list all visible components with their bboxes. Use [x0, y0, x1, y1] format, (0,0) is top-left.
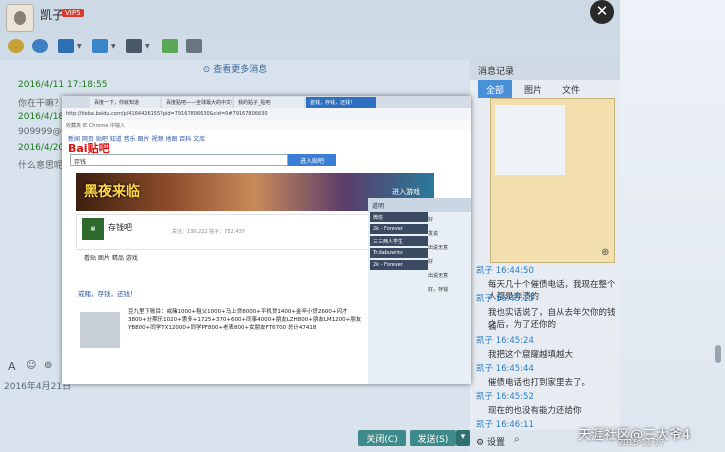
send-options-arrow[interactable]: ▾ — [456, 430, 470, 446]
emoji-icon[interactable]: ☺ — [26, 360, 36, 371]
forum-name: 存钱吧 — [108, 223, 132, 232]
view-more-label: 查看更多消息 — [213, 65, 268, 75]
message-text: 你在干嘛？ — [18, 99, 64, 109]
thumbnail-preview — [495, 105, 565, 175]
poster-avatar — [80, 312, 120, 348]
enter-tieba-button[interactable]: 进入贴吧 — [288, 154, 336, 166]
banner-title: 黑夜来临 — [84, 184, 140, 200]
post-body: 豆九里下账目：戒赌1000+租父1000+马上贷8000+平机贷1400+金辛小… — [128, 309, 362, 331]
watermark-date: 2015-11-17 — [618, 438, 665, 447]
history-sender: 凯子 16:45:24 — [476, 336, 534, 346]
history-sender: 凯子 16:44:50 — [476, 266, 534, 276]
browser-tabs: 百度一下，你就知道 百度贴吧——全球最大的中文社区 我的贴子_贴吧 首钱，存钱，… — [62, 96, 471, 108]
tieba-search-input[interactable]: 存钱 — [70, 154, 288, 166]
add-app-icon[interactable] — [162, 39, 178, 53]
screen-share-icon[interactable]: ▼ — [58, 39, 82, 53]
browser-tab[interactable]: 百度贴吧——全球最大的中文社区 — [162, 97, 232, 108]
popup-reply: 出说无意 — [428, 273, 449, 279]
message-time: 2016/4/11 17:18:55 — [18, 80, 108, 90]
image-thumbnail[interactable]: ⊕ — [490, 98, 615, 263]
close-icon[interactable]: ✕ — [590, 0, 614, 24]
contact-name: 凯子 — [40, 8, 65, 22]
tab-all[interactable]: 全部 — [478, 80, 513, 98]
at-icon[interactable]: ⊚ — [44, 360, 52, 371]
history-sender: 凯子 16:45:52 — [476, 392, 534, 402]
contact-item[interactable]: 微信 — [370, 212, 428, 222]
history-sender: 凯子 16:45:44 — [476, 364, 534, 374]
post-title[interactable]: 戒赌，存钱，还钱！ — [78, 288, 137, 298]
contact-item[interactable]: 2k - Forever — [370, 260, 428, 270]
tab-files[interactable]: 文件 — [554, 80, 588, 98]
forum-tabs: 看贴 图片 精品 游戏 — [84, 255, 138, 262]
scrollbar-thumb[interactable] — [715, 345, 721, 363]
address-bar[interactable]: http://tieba.baidu.com/p/4164426155?pid=… — [62, 108, 471, 120]
camera-icon[interactable] — [32, 39, 48, 53]
history-sender: 凯子 16:46:11 — [476, 420, 534, 430]
browser-tab[interactable]: 我的贴子_贴吧 — [234, 97, 304, 108]
chat-popup-title: 道明 — [368, 198, 471, 212]
more-icon[interactable] — [186, 39, 202, 53]
history-text: 现在的也没有能力还给你 — [488, 406, 582, 416]
avatar[interactable] — [6, 4, 34, 32]
popup-reply: 好 — [428, 217, 434, 223]
history-text: 我把这个窟窿越填越大 — [488, 350, 574, 360]
file-transfer-icon[interactable]: ▼ — [92, 39, 116, 53]
history-sender: 凯子 16:45:15 — [476, 294, 534, 304]
popup-reply: 发说 — [428, 231, 439, 237]
contact-item[interactable]: Tr.dabuwrks — [370, 248, 428, 258]
send-button[interactable]: 发送(S) — [410, 430, 456, 446]
close-button[interactable]: 关闭(C) — [358, 430, 406, 446]
history-tabs: 全部 图片 文件 — [470, 80, 620, 98]
history-text: 钱 — [488, 322, 497, 332]
embedded-screenshot[interactable]: 百度一下，你就知道 百度贴吧——全球最大的中文社区 我的贴子_贴吧 首钱，存钱，… — [62, 96, 471, 384]
browser-tab[interactable]: 百度一下，你就知道 — [90, 97, 160, 108]
history-text: 我也实话说了，自从去年欠你的钱之后，为了还你的 — [488, 308, 616, 330]
popup-reply: 好 — [428, 259, 434, 265]
history-panel: 消息记录 全部 图片 文件 ⊕ 凯子 16:44:50 每天几十个催债电话，我现… — [470, 60, 620, 452]
history-text: 催债电话也打到家里去了。 — [488, 378, 591, 388]
banner-cta: 进入游戏 — [392, 188, 420, 196]
desktop-background — [620, 0, 725, 452]
vip-badge: VIP5 — [62, 9, 84, 17]
remote-desktop-icon[interactable]: ▼ — [126, 39, 150, 53]
settings-label: 设置 — [486, 438, 505, 448]
history-title: 消息记录 — [470, 60, 620, 80]
popup-reply: 出说无意 — [428, 245, 449, 251]
toolbar: ▼ ▼ ▼ — [0, 34, 725, 60]
view-more-messages[interactable]: ⊙ 查看更多消息 — [0, 60, 470, 76]
forum-logo: ▦ — [82, 218, 104, 240]
contact-item[interactable]: 2k - Forever — [370, 224, 428, 234]
favorites-bar: 收藏夹 IE Chrome 中输入 — [62, 120, 471, 130]
forum-stats: 关注：130,222 贴子：752,437 — [172, 229, 245, 235]
font-icon[interactable]: A — [8, 360, 16, 373]
contact-item[interactable]: 三三两人学生 — [370, 236, 428, 246]
popup-reply: 好，存钱 — [428, 287, 449, 293]
zoom-icon[interactable]: ⊕ — [601, 247, 609, 258]
message-text: 什么意思呢 — [18, 161, 64, 171]
search-icon[interactable]: ⌕ — [514, 434, 520, 445]
browser-tab-active[interactable]: 首钱，存钱，还钱！ — [306, 97, 376, 108]
tab-images[interactable]: 图片 — [516, 80, 550, 98]
microphone-icon[interactable] — [8, 39, 24, 53]
side-ad-overlay — [434, 174, 470, 198]
settings-button[interactable]: ⚙ 设置 — [476, 435, 505, 448]
message-text: 909999@9 — [18, 127, 68, 137]
title-bar: 凯子 VIP5 — [0, 0, 725, 34]
